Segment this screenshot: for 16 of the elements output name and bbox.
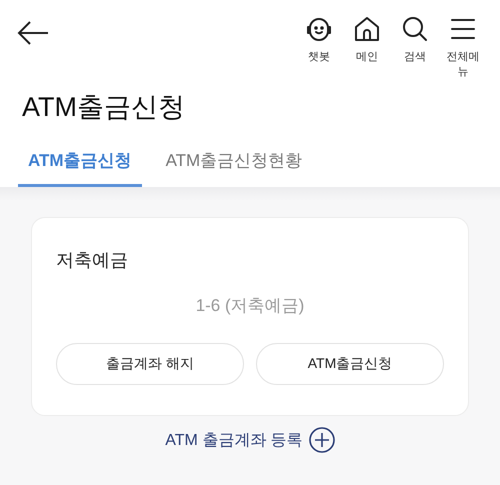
home-icon	[352, 14, 382, 44]
nav-button[interactable]: 전체메뉴	[442, 14, 484, 79]
nav-button[interactable]: 검색	[394, 14, 436, 79]
register-link[interactable]: ATM 출금계좌 등록	[159, 426, 341, 454]
back-arrow-icon	[16, 20, 50, 46]
nav-button[interactable]: 메인	[346, 14, 388, 79]
search-icon	[400, 14, 430, 44]
action-button[interactable]: 출금계좌 해지	[56, 343, 244, 385]
account-number: 1-6 (저축예금)	[196, 296, 304, 315]
tab[interactable]: ATM출금신청현황	[156, 143, 312, 187]
back-button[interactable]	[16, 20, 50, 46]
card-title: 저축예금	[56, 249, 128, 272]
plus-circle-icon	[308, 427, 335, 453]
nav-button[interactable]: 챗봇	[298, 14, 340, 79]
page-title: ATM출금신청	[22, 91, 185, 124]
action-button[interactable]: ATM출금신청	[256, 343, 444, 385]
